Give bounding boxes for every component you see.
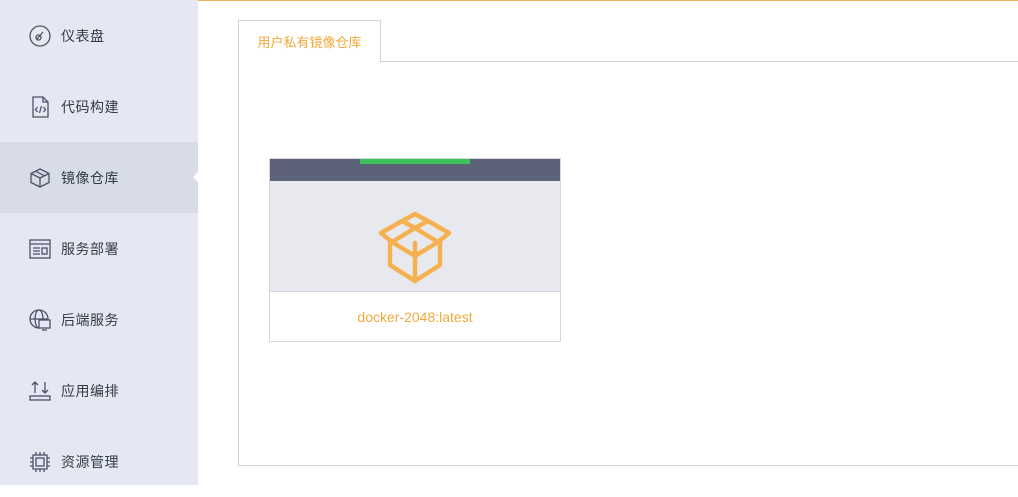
deploy-window-icon [28,237,52,261]
sidebar-item-label: 仪表盘 [61,28,105,45]
sidebar-item-code-build[interactable]: 代码构建 [0,71,198,142]
sidebar: 仪表盘 代码构建 镜像仓库 服务部署 后端服务 应用编排 资源管理 [0,0,198,485]
sidebar-item-image-registry[interactable]: 镜像仓库 [0,142,198,213]
sidebar-item-app-orchestration[interactable]: 应用编排 [0,355,198,426]
sidebar-item-dashboard[interactable]: 仪表盘 [0,0,198,71]
sidebar-item-label: 后端服务 [61,312,119,329]
sidebar-item-label: 应用编排 [61,383,119,400]
tab-bar-divider [381,61,1018,62]
image-card-header [270,159,560,181]
box-icon [28,166,52,190]
globe-monitor-icon [28,308,52,332]
arrange-icon [28,379,52,403]
main-content: 用户私有镜像仓库 docker-2048:latest [198,0,1018,485]
dashboard-icon [28,24,52,48]
sidebar-item-backend-service[interactable]: 后端服务 [0,284,198,355]
sidebar-item-label: 镜像仓库 [61,170,119,187]
image-card-body [270,181,560,292]
chip-icon [28,450,52,474]
code-file-icon [28,95,52,119]
open-box-icon [376,211,454,285]
sidebar-item-resource-management[interactable]: 资源管理 [0,426,198,497]
status-bar [360,159,470,164]
image-name[interactable]: docker-2048:latest [270,292,560,341]
sidebar-item-label: 服务部署 [61,241,119,258]
sidebar-item-label: 资源管理 [61,454,119,471]
image-card[interactable]: docker-2048:latest [269,158,561,342]
sidebar-item-label: 代码构建 [61,99,119,116]
tab-private-registry[interactable]: 用户私有镜像仓库 [238,20,381,62]
sidebar-item-service-deploy[interactable]: 服务部署 [0,213,198,284]
